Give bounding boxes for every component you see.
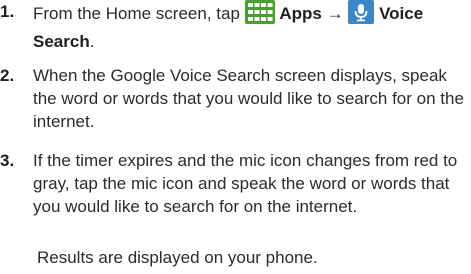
microphone-icon bbox=[348, 0, 375, 30]
apps-label: Apps bbox=[279, 4, 322, 23]
instruction-page: 1. From the Home screen, tap Apps → Voic… bbox=[0, 0, 471, 274]
arrow-separator: → bbox=[321, 4, 349, 23]
step-2-number: 2. bbox=[0, 66, 15, 85]
step-3-text: If the timer expires and the mic icon ch… bbox=[33, 151, 458, 216]
apps-grid-icon bbox=[244, 0, 275, 30]
step-3-number: 3. bbox=[0, 151, 15, 170]
step-2-text: When the Google Voice Search screen disp… bbox=[33, 66, 464, 131]
result-note: Results are displayed on your phone. bbox=[37, 248, 318, 267]
step-1-text: From the Home screen, tap Apps → Voice S… bbox=[33, 0, 469, 53]
step-1-prefix: From the Home screen, tap bbox=[33, 4, 245, 23]
step-1-suffix: . bbox=[89, 32, 95, 51]
step-1-number: 1. bbox=[0, 2, 15, 21]
